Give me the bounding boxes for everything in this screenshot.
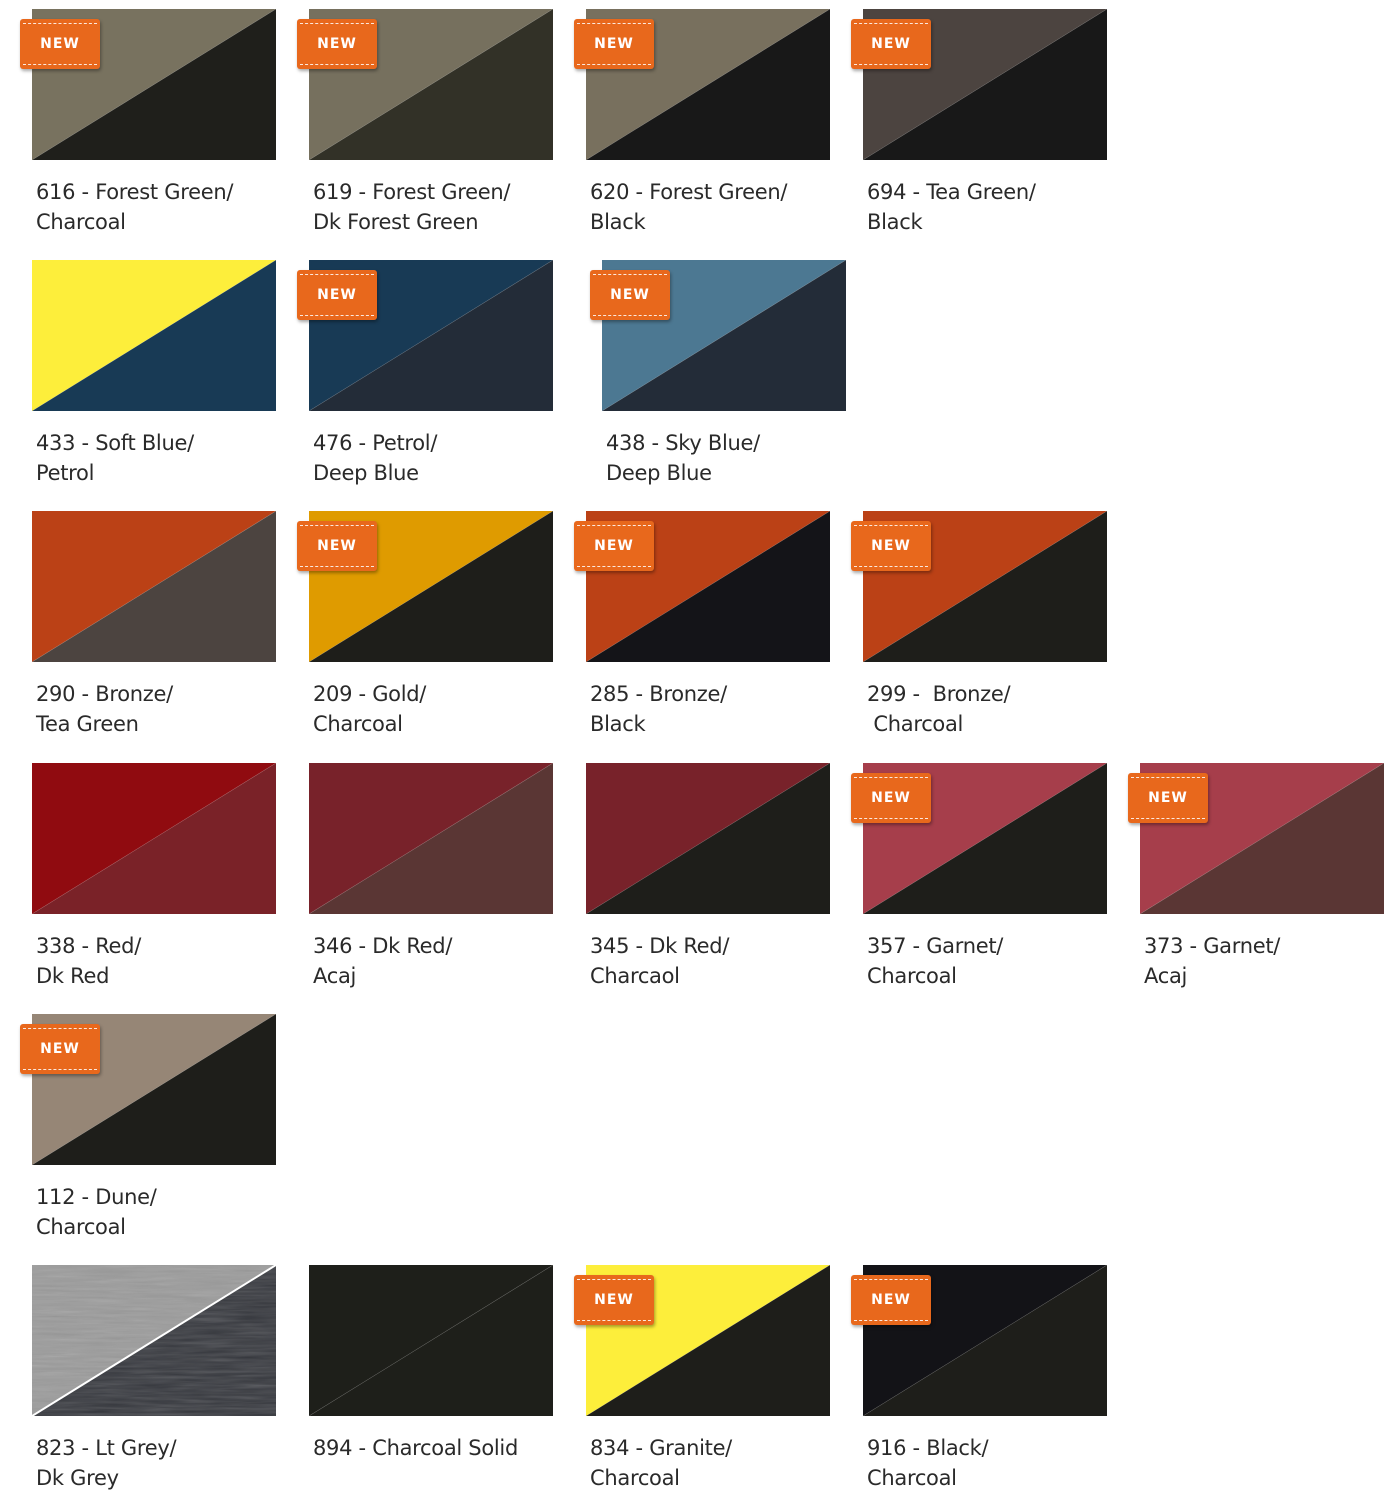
swatch-caption-line1: 345 - Dk Red/: [590, 934, 730, 958]
swatch-caption-line1: 346 - Dk Red/: [313, 934, 453, 958]
new-badge: NEW: [574, 1275, 654, 1325]
swatch-caption-line2: Black: [590, 210, 646, 234]
swatch-caption-line2: Charcoal: [867, 964, 957, 988]
swatch-caption: 357 - Garnet/Charcoal: [867, 931, 1117, 991]
new-badge: NEW: [574, 521, 654, 571]
swatch-caption-line1: 894 - Charcoal Solid: [313, 1436, 518, 1460]
swatch-caption-line1: 285 - Bronze/: [590, 682, 727, 706]
swatch-caption-line2: Charcoal: [867, 1466, 957, 1490]
color-swatch[interactable]: [32, 763, 276, 914]
swatch-caption-line1: 112 - Dune/: [36, 1185, 157, 1209]
swatch-caption-line2: Charcoal: [867, 712, 964, 736]
swatch-caption: 894 - Charcoal Solid: [313, 1433, 563, 1463]
new-badge: NEW: [297, 270, 377, 320]
swatch-caption: 290 - Bronze/Tea Green: [36, 679, 286, 739]
swatch-caption: 209 - Gold/Charcoal: [313, 679, 563, 739]
swatch-caption-line1: 299 - Bronze/: [867, 682, 1011, 706]
new-badge: NEW: [20, 19, 100, 69]
swatch-caption-line2: Acaj: [313, 964, 357, 988]
swatch-caption: 916 - Black/Charcoal: [867, 1433, 1117, 1493]
swatch-caption: 373 - Garnet/Acaj: [1144, 931, 1394, 991]
swatch-caption-line2: Deep Blue: [606, 461, 712, 485]
swatch-caption: 112 - Dune/Charcoal: [36, 1182, 286, 1242]
swatch-caption: 433 - Soft Blue/Petrol: [36, 428, 286, 488]
new-badge: NEW: [851, 521, 931, 571]
swatch-caption: 476 - Petrol/Deep Blue: [313, 428, 563, 488]
swatch-caption: 438 - Sky Blue/Deep Blue: [606, 428, 856, 488]
swatch-caption: 834 - Granite/Charcoal: [590, 1433, 840, 1493]
swatch-caption: 285 - Bronze/Black: [590, 679, 840, 739]
swatch-caption: 823 - Lt Grey/Dk Grey: [36, 1433, 286, 1493]
swatch-caption-line2: Charcaol: [590, 964, 680, 988]
swatch-caption-line2: Charcoal: [36, 1215, 126, 1239]
swatch-caption-line2: Black: [867, 210, 923, 234]
swatch-caption-line2: Charcoal: [313, 712, 403, 736]
swatch-caption-line1: 916 - Black/: [867, 1436, 989, 1460]
new-badge: NEW: [297, 521, 377, 571]
swatch-caption-line1: 476 - Petrol/: [313, 431, 438, 455]
color-swatch[interactable]: [309, 1265, 553, 1416]
swatch-caption: 346 - Dk Red/Acaj: [313, 931, 563, 991]
color-swatch[interactable]: [32, 260, 276, 411]
swatch-caption-line1: 620 - Forest Green/: [590, 180, 788, 204]
swatch-caption-line1: 619 - Forest Green/: [313, 180, 511, 204]
swatch-caption: 620 - Forest Green/Black: [590, 177, 840, 237]
swatch-caption: 345 - Dk Red/Charcaol: [590, 931, 840, 991]
swatch-caption: 619 - Forest Green/Dk Forest Green: [313, 177, 563, 237]
swatch-caption-line2: Tea Green: [36, 712, 139, 736]
new-badge: NEW: [1128, 773, 1208, 823]
swatch-caption-line1: 209 - Gold/: [313, 682, 427, 706]
swatch-caption-line2: Black: [590, 712, 646, 736]
new-badge: NEW: [590, 270, 670, 320]
new-badge: NEW: [574, 19, 654, 69]
new-badge: NEW: [297, 19, 377, 69]
swatch-caption-line1: 373 - Garnet/: [1144, 934, 1281, 958]
swatch-caption-line1: 616 - Forest Green/: [36, 180, 234, 204]
swatch-caption-line2: Petrol: [36, 461, 95, 485]
new-badge: NEW: [851, 773, 931, 823]
color-swatch[interactable]: [32, 511, 276, 662]
swatch-caption-line2: Acaj: [1144, 964, 1188, 988]
swatch-caption-line2: Charcoal: [590, 1466, 680, 1490]
swatch-caption-line1: 694 - Tea Green/: [867, 180, 1036, 204]
swatch-caption: 299 - Bronze/ Charcoal: [867, 679, 1117, 739]
swatch-caption-line2: Dk Grey: [36, 1466, 119, 1490]
new-badge: NEW: [851, 1275, 931, 1325]
swatch-caption: 616 - Forest Green/Charcoal: [36, 177, 286, 237]
color-swatch[interactable]: [586, 763, 830, 914]
swatch-caption-line1: 433 - Soft Blue/: [36, 431, 194, 455]
color-swatch[interactable]: [32, 1265, 276, 1416]
swatch-caption-line1: 357 - Garnet/: [867, 934, 1004, 958]
swatch-caption-line2: Dk Red: [36, 964, 110, 988]
swatch-caption-line2: Charcoal: [36, 210, 126, 234]
swatch-caption-line2: Deep Blue: [313, 461, 419, 485]
swatch-caption-line1: 834 - Granite/: [590, 1436, 732, 1460]
swatch-caption-line1: 338 - Red/: [36, 934, 141, 958]
swatch-caption-line1: 290 - Bronze/: [36, 682, 173, 706]
swatch-caption: 694 - Tea Green/Black: [867, 177, 1117, 237]
color-swatch[interactable]: [309, 763, 553, 914]
swatch-caption-line1: 438 - Sky Blue/: [606, 431, 760, 455]
new-badge: NEW: [20, 1024, 100, 1074]
swatch-caption: 338 - Red/Dk Red: [36, 931, 286, 991]
new-badge: NEW: [851, 19, 931, 69]
swatch-caption-line1: 823 - Lt Grey/: [36, 1436, 177, 1460]
swatch-caption-line2: Dk Forest Green: [313, 210, 479, 234]
